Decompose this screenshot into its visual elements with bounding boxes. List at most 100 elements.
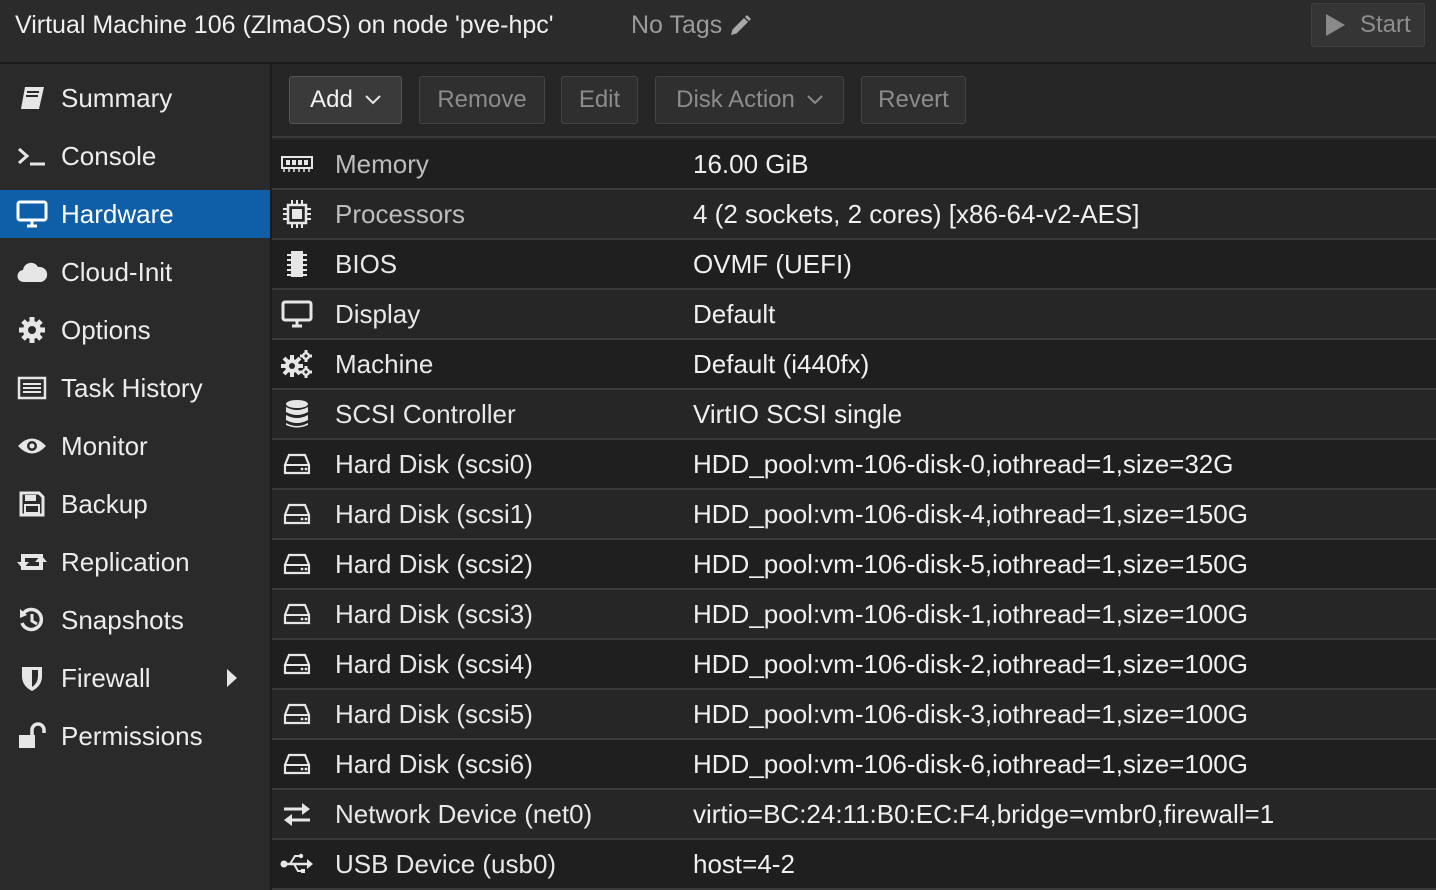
sidebar: Summary Console Hardware Cloud-Init Opti… xyxy=(0,64,272,890)
hardware-row-disk[interactable]: Hard Disk (scsi2) HDD_pool:vm-106-disk-5… xyxy=(272,540,1436,590)
sidebar-item-firewall[interactable]: Firewall xyxy=(0,654,270,702)
sidebar-item-label: Summary xyxy=(61,82,173,113)
sidebar-item-options[interactable]: Options xyxy=(0,306,270,354)
revert-button[interactable]: Revert xyxy=(861,76,966,124)
toolbar: Add Remove Edit Disk Action Revert xyxy=(272,64,1436,138)
hardware-value: HDD_pool:vm-106-disk-6,iothread=1,size=1… xyxy=(693,749,1248,779)
database-icon xyxy=(280,398,314,430)
pencil-icon[interactable] xyxy=(728,14,752,38)
sidebar-item-task-history[interactable]: Task History xyxy=(0,364,270,412)
hardware-name: BIOS xyxy=(335,249,398,279)
hardware-name: Hard Disk (scsi2) xyxy=(335,549,533,579)
chevron-down-icon xyxy=(807,95,823,105)
hardware-name: Hard Disk (scsi0) xyxy=(335,449,533,479)
sidebar-item-replication[interactable]: Replication xyxy=(0,538,270,586)
book-icon xyxy=(15,83,49,113)
sidebar-item-label: Permissions xyxy=(61,720,203,751)
sidebar-item-label: Cloud-Init xyxy=(61,256,173,287)
hardware-grid: Memory 16.00 GiB Processors 4 (2 sockets… xyxy=(272,140,1436,890)
hdd-icon xyxy=(280,548,314,580)
hardware-row-display[interactable]: Display Default xyxy=(272,290,1436,340)
hardware-value: 16.00 GiB xyxy=(693,149,809,179)
hardware-name: Hard Disk (scsi5) xyxy=(335,699,533,729)
disk-action-button[interactable]: Disk Action xyxy=(655,76,844,124)
play-icon xyxy=(1326,14,1345,36)
hardware-name: USB Device (usb0) xyxy=(335,849,557,879)
add-label: Add xyxy=(310,86,353,113)
hardware-row-disk[interactable]: Hard Disk (scsi1) HDD_pool:vm-106-disk-4… xyxy=(272,490,1436,540)
history-icon xyxy=(15,605,49,635)
sidebar-item-snapshots[interactable]: Snapshots xyxy=(0,596,270,644)
monitor-icon xyxy=(15,199,49,229)
hardware-row-disk[interactable]: Hard Disk (scsi5) HDD_pool:vm-106-disk-3… xyxy=(272,690,1436,740)
remove-button[interactable]: Remove xyxy=(419,76,545,124)
floppy-icon xyxy=(15,489,49,519)
hdd-icon xyxy=(280,698,314,730)
start-button[interactable]: Start xyxy=(1311,3,1425,47)
revert-label: Revert xyxy=(878,86,949,113)
sidebar-item-console[interactable]: Console xyxy=(0,132,270,180)
page-title: Virtual Machine 106 (ZlmaOS) on node 'pv… xyxy=(15,11,554,39)
eye-icon xyxy=(15,431,49,461)
hardware-value: HDD_pool:vm-106-disk-2,iothread=1,size=1… xyxy=(693,649,1248,679)
sidebar-item-permissions[interactable]: Permissions xyxy=(0,712,270,760)
sidebar-item-label: Backup xyxy=(61,488,148,519)
unlock-icon xyxy=(15,721,49,751)
hardware-value: HDD_pool:vm-106-disk-3,iothread=1,size=1… xyxy=(693,699,1248,729)
sidebar-item-monitor[interactable]: Monitor xyxy=(0,422,270,470)
start-label: Start xyxy=(1360,11,1411,38)
hardware-value: host=4-2 xyxy=(693,849,795,879)
title-bar: Virtual Machine 106 (ZlmaOS) on node 'pv… xyxy=(0,0,1436,64)
terminal-icon xyxy=(15,141,49,171)
hardware-row-processors[interactable]: Processors 4 (2 sockets, 2 cores) [x86-6… xyxy=(272,190,1436,240)
microchip-icon xyxy=(280,248,314,280)
hardware-row-disk[interactable]: Hard Disk (scsi4) HDD_pool:vm-106-disk-2… xyxy=(272,640,1436,690)
tags-label: No Tags xyxy=(631,11,723,39)
hardware-value: HDD_pool:vm-106-disk-1,iothread=1,size=1… xyxy=(693,599,1248,629)
hardware-row-disk[interactable]: Hard Disk (scsi3) HDD_pool:vm-106-disk-1… xyxy=(272,590,1436,640)
cloud-icon xyxy=(15,257,49,287)
usb-icon xyxy=(280,848,314,880)
hardware-value: HDD_pool:vm-106-disk-4,iothread=1,size=1… xyxy=(693,499,1248,529)
sidebar-item-label: Task History xyxy=(61,372,203,403)
hardware-value: 4 (2 sockets, 2 cores) [x86-64-v2-AES] xyxy=(693,199,1140,229)
hardware-row-usb[interactable]: USB Device (usb0) host=4-2 xyxy=(272,840,1436,890)
sidebar-item-label: Firewall xyxy=(61,662,151,693)
sidebar-item-summary[interactable]: Summary xyxy=(0,74,270,122)
sidebar-item-cloud-init[interactable]: Cloud-Init xyxy=(0,248,270,296)
hardware-row-disk[interactable]: Hard Disk (scsi6) HDD_pool:vm-106-disk-6… xyxy=(272,740,1436,790)
add-button[interactable]: Add xyxy=(289,76,402,124)
chevron-down-icon xyxy=(365,95,381,105)
hdd-icon xyxy=(280,648,314,680)
sidebar-item-label: Replication xyxy=(61,546,190,577)
hardware-row-disk[interactable]: Hard Disk (scsi0) HDD_pool:vm-106-disk-0… xyxy=(272,440,1436,490)
hardware-name: Memory xyxy=(335,149,429,179)
sidebar-item-backup[interactable]: Backup xyxy=(0,480,270,528)
hardware-value: HDD_pool:vm-106-disk-0,iothread=1,size=3… xyxy=(693,449,1234,479)
hardware-value: VirtIO SCSI single xyxy=(693,399,903,429)
hardware-row-machine[interactable]: Machine Default (i440fx) xyxy=(272,340,1436,390)
sidebar-item-label: Hardware xyxy=(61,198,174,229)
hardware-value: Default (i440fx) xyxy=(693,349,870,379)
disk-action-label: Disk Action xyxy=(676,86,795,113)
remove-label: Remove xyxy=(437,86,527,113)
hardware-row-memory[interactable]: Memory 16.00 GiB xyxy=(272,140,1436,190)
hardware-name: Machine xyxy=(335,349,434,379)
tags-editor[interactable]: No Tags xyxy=(631,11,752,40)
hardware-name: Network Device (net0) xyxy=(335,799,593,829)
edit-button[interactable]: Edit xyxy=(561,76,638,124)
cogs-icon xyxy=(280,348,314,380)
hardware-row-bios[interactable]: BIOS OVMF (UEFI) xyxy=(272,240,1436,290)
hardware-row-scsi-controller[interactable]: SCSI Controller VirtIO SCSI single xyxy=(272,390,1436,440)
hardware-row-network[interactable]: Network Device (net0) virtio=BC:24:11:B0… xyxy=(272,790,1436,840)
sidebar-item-label: Monitor xyxy=(61,430,148,461)
sidebar-item-hardware[interactable]: Hardware xyxy=(0,190,270,238)
caret-right-icon[interactable] xyxy=(226,668,238,688)
hardware-value: virtio=BC:24:11:B0:EC:F4,bridge=vmbr0,fi… xyxy=(693,799,1275,829)
sidebar-item-label: Options xyxy=(61,314,151,345)
hardware-name: Display xyxy=(335,299,421,329)
shield-icon xyxy=(15,663,49,693)
memory-icon xyxy=(280,148,314,180)
hardware-name: Hard Disk (scsi1) xyxy=(335,499,533,529)
list-icon xyxy=(15,373,49,403)
